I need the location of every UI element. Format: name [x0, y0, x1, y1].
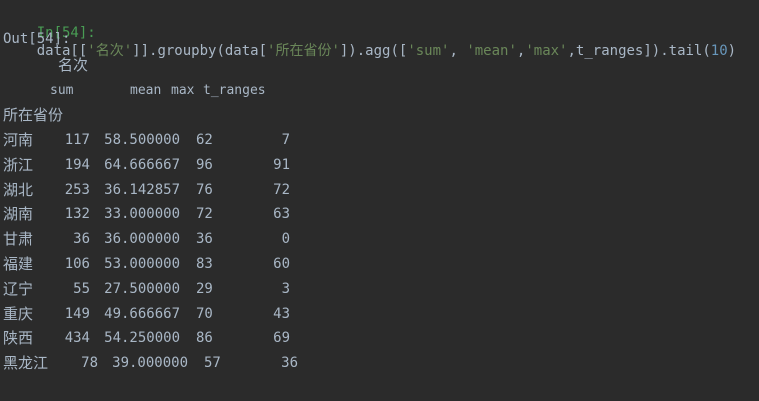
cell-mean: 49.666667: [104, 305, 180, 322]
cell-mean: 36.142857: [104, 181, 180, 198]
cell-t-ranges: 60: [273, 256, 290, 272]
cell-mean: 27.500000: [104, 280, 180, 297]
cell-mean: 33.000000: [104, 206, 180, 223]
cell-sum: 55: [73, 280, 90, 297]
cell-sum: 36: [73, 231, 90, 248]
cell-sum: 253: [64, 181, 90, 198]
cell-sum: 106: [64, 256, 90, 272]
code-token: ,t_ranges]).tail(: [567, 43, 711, 59]
cell-mean: 53.000000: [104, 256, 180, 272]
input-line[interactable]: In[54]: data[['名次']].groupby(data['所在省份'…: [3, 6, 736, 78]
cell-mean: 54.250000: [104, 330, 180, 347]
cell-t-ranges: 72: [273, 181, 290, 198]
code-token: 10: [710, 43, 728, 59]
table-top-header: 名次: [58, 56, 89, 74]
python-console-output: In[54]: data[['名次']].groupby(data['所在省份'…: [0, 0, 759, 401]
cell-mean: 36.000000: [104, 231, 180, 248]
code-token: ]].groupby(data[: [132, 43, 268, 59]
cell-sum: 117: [64, 132, 90, 148]
cell-mean: 39.000000: [112, 355, 188, 372]
index-name: 所在省份: [3, 106, 64, 124]
code-token: 'mean': [466, 43, 517, 59]
code-token: ,: [449, 43, 467, 59]
column-header-mean: mean: [130, 83, 162, 98]
code-token: 'sum': [407, 43, 450, 59]
code-token: ]).agg([: [339, 43, 408, 59]
column-header-t-ranges: t_ranges: [203, 83, 266, 98]
cell-sum: 149: [64, 305, 90, 322]
cell-sum: 78: [81, 355, 98, 372]
code-token: ): [727, 43, 737, 59]
cell-t-ranges: 36: [281, 355, 298, 372]
cell-t-ranges: 63: [273, 206, 290, 223]
cell-mean: 58.500000: [104, 132, 180, 148]
cell-mean: 64.666667: [104, 156, 180, 173]
cell-t-ranges: 69: [273, 330, 290, 347]
cell-sum: 434: [64, 330, 90, 347]
code-token: 'max': [525, 43, 568, 59]
column-header-sum: sum: [50, 83, 74, 98]
cell-t-ranges: 91: [273, 156, 290, 173]
cell-t-ranges: 0: [281, 231, 290, 248]
cell-t-ranges: 43: [273, 305, 290, 322]
output-prompt: Out[54]:: [3, 31, 71, 47]
input-code[interactable]: data[['名次']].groupby(data['所在省份']).agg([…: [37, 43, 736, 59]
cell-sum: 194: [64, 156, 90, 173]
cell-t-ranges: 3: [281, 280, 290, 297]
cell-t-ranges: 7: [281, 132, 290, 148]
column-header-max: max: [171, 83, 195, 98]
cell-sum: 132: [64, 206, 90, 223]
code-token: '所在省份': [267, 43, 340, 59]
code-token: '名次': [87, 43, 133, 59]
